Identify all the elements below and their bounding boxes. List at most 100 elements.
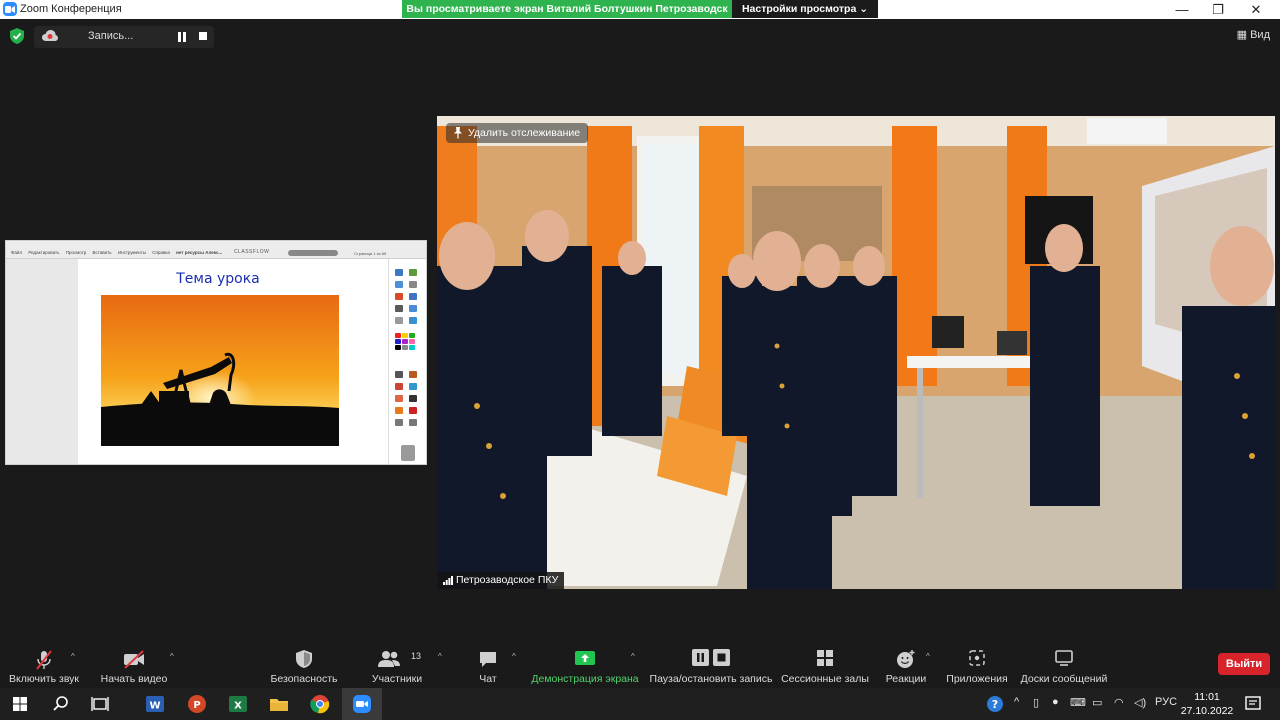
view-button[interactable]: ▦ Вид bbox=[1237, 28, 1270, 41]
tool-move-icon bbox=[395, 281, 403, 288]
start-video-label: Начать видео bbox=[100, 673, 168, 685]
whiteboards-button[interactable]: Доски сообщений bbox=[1016, 646, 1112, 686]
participant-name-tag: Петрозаводское ПКУ bbox=[438, 572, 565, 589]
search-icon[interactable] bbox=[50, 693, 72, 715]
notifications-icon[interactable] bbox=[1244, 695, 1262, 713]
classflow-logo: CLASSFLOW bbox=[234, 249, 270, 255]
minimize-icon[interactable]: — bbox=[1164, 0, 1200, 19]
word-app-icon[interactable]: W bbox=[144, 693, 166, 715]
chevron-down-icon: ⌄ bbox=[859, 3, 869, 15]
color-blue-icon bbox=[395, 339, 401, 344]
chrome-app-icon[interactable] bbox=[309, 693, 331, 715]
menu-item-tools: Инструменты bbox=[117, 250, 146, 255]
input-language[interactable]: РУС bbox=[1155, 696, 1177, 708]
show-hidden-icons-chevron-icon[interactable]: ^ bbox=[1014, 696, 1019, 708]
zoom-taskbar-icon bbox=[353, 695, 371, 713]
file-explorer-icon[interactable] bbox=[268, 693, 290, 715]
shared-screen-view[interactable]: Файл Редактировать Просмотр Вставить Инс… bbox=[5, 240, 427, 465]
tool-page-icon bbox=[409, 269, 417, 276]
encryption-shield-icon[interactable] bbox=[10, 28, 24, 44]
windows-start-icon[interactable] bbox=[9, 693, 31, 715]
mic-muted-icon bbox=[36, 650, 52, 670]
color-yellow-icon bbox=[402, 333, 408, 338]
whiteboard-icon bbox=[1055, 650, 1073, 666]
audio-options-chevron-icon[interactable]: ^ bbox=[71, 652, 75, 661]
powerpoint-app-icon[interactable]: P bbox=[186, 693, 208, 715]
trash-icon bbox=[401, 445, 415, 461]
clock-date: 27.10.2022 bbox=[1180, 705, 1234, 717]
tool-eraser-icon bbox=[409, 383, 417, 390]
reactions-button[interactable]: Реакции bbox=[880, 646, 932, 686]
reactions-label: Реакции bbox=[885, 673, 927, 685]
breakout-rooms-button[interactable]: Сессионные залы bbox=[780, 646, 870, 686]
clock-time: 11:01 bbox=[1194, 691, 1220, 703]
menu-item-help: Справка bbox=[152, 250, 170, 255]
share-screen-button[interactable]: Демонстрация экрана bbox=[530, 646, 640, 686]
chat-options-chevron-icon[interactable]: ^ bbox=[512, 652, 516, 661]
video-options-chevron-icon[interactable]: ^ bbox=[170, 652, 174, 661]
classroom-video-frame bbox=[437, 116, 1275, 589]
tool-highlighter-icon bbox=[395, 383, 403, 390]
view-settings-button[interactable]: Настройки просмотра ⌄ bbox=[732, 0, 878, 18]
svg-text:?: ? bbox=[992, 698, 998, 711]
share-screen-label: Демонстрация экрана bbox=[531, 673, 639, 685]
security-button[interactable]: Безопасность bbox=[266, 646, 342, 686]
tool-zoom-icon bbox=[409, 281, 417, 288]
participants-button[interactable]: 13 Участники bbox=[366, 646, 428, 686]
pause-stop-icon bbox=[692, 649, 730, 666]
window-titlebar: Zoom Конференция Вы просматриваете экран… bbox=[0, 0, 1280, 19]
participants-count: 13 bbox=[411, 651, 422, 661]
zoom-taskbar-item[interactable] bbox=[342, 688, 382, 720]
pause-recording-icon[interactable] bbox=[177, 31, 187, 43]
share-screen-icon bbox=[575, 651, 595, 665]
remove-pin-button[interactable]: Удалить отслеживание bbox=[446, 123, 589, 143]
slide-title: Тема урока bbox=[176, 271, 260, 287]
security-label: Безопасность bbox=[270, 673, 338, 685]
help-icon[interactable]: ? bbox=[985, 694, 1005, 714]
stop-recording-icon[interactable] bbox=[199, 32, 207, 40]
color-red-icon bbox=[395, 333, 401, 338]
remove-pin-label: Удалить отслеживание bbox=[468, 127, 581, 139]
wifi-icon[interactable]: ◠ bbox=[1114, 696, 1124, 709]
video-off-icon bbox=[124, 650, 144, 669]
pen-icon[interactable]: ▯ bbox=[1033, 696, 1039, 709]
recording-indicator: Запись... bbox=[34, 26, 214, 48]
keyboard-icon[interactable]: ⌨ bbox=[1070, 696, 1086, 709]
excel-app-icon[interactable]: X bbox=[227, 693, 249, 715]
leave-meeting-button[interactable]: Выйти bbox=[1218, 653, 1270, 675]
view-label: Вид bbox=[1250, 29, 1270, 41]
tool-brush-icon bbox=[409, 371, 417, 378]
system-clock[interactable]: 11:01 27.10.2022 bbox=[1180, 690, 1234, 718]
tool-text-icon bbox=[409, 395, 417, 402]
microphone-icon[interactable]: ● bbox=[1052, 696, 1059, 708]
task-view-icon[interactable] bbox=[89, 693, 111, 715]
tool-lasso-icon bbox=[395, 317, 403, 324]
cloud-record-icon bbox=[42, 30, 58, 41]
pause-stop-recording-button[interactable]: Пауза/остановить запись bbox=[648, 646, 774, 686]
battery-icon[interactable]: ▭ bbox=[1092, 696, 1102, 709]
maximize-icon[interactable]: ❐ bbox=[1200, 0, 1236, 19]
classflow-tools-panel bbox=[388, 259, 426, 464]
meeting-topbar: Запись... ▦ Вид bbox=[0, 19, 1280, 53]
share-options-chevron-icon[interactable]: ^ bbox=[631, 652, 635, 661]
volume-icon[interactable]: ◁) bbox=[1134, 696, 1146, 709]
reactions-options-chevron-icon[interactable]: ^ bbox=[926, 652, 930, 661]
tool-globe-icon bbox=[409, 317, 417, 324]
classflow-toolbar: Файл Редактировать Просмотр Вставить Инс… bbox=[6, 241, 426, 259]
active-speaker-video[interactable]: Удалить отслеживание Петрозаводское ПКУ bbox=[437, 116, 1275, 589]
classflow-pill bbox=[288, 250, 338, 256]
close-icon[interactable]: ✕ bbox=[1238, 0, 1274, 19]
participants-options-chevron-icon[interactable]: ^ bbox=[438, 652, 442, 661]
tool-record-icon bbox=[395, 293, 403, 300]
start-video-button[interactable]: Начать видео bbox=[98, 646, 170, 686]
apps-label: Приложения bbox=[946, 673, 1008, 685]
tool-select-icon bbox=[395, 269, 403, 276]
chat-bubble-icon bbox=[480, 652, 496, 667]
pause-stop-recording-label: Пауза/остановить запись bbox=[649, 673, 773, 685]
meeting-controls: Включить звук ^ Начать видео ^ Безопасно… bbox=[0, 642, 1280, 688]
chat-button[interactable]: Чат bbox=[464, 646, 512, 686]
color-pink-icon bbox=[409, 339, 415, 344]
svg-text:P: P bbox=[193, 700, 200, 711]
apps-button[interactable]: Приложения bbox=[944, 646, 1010, 686]
zoom-app-icon bbox=[3, 2, 17, 16]
